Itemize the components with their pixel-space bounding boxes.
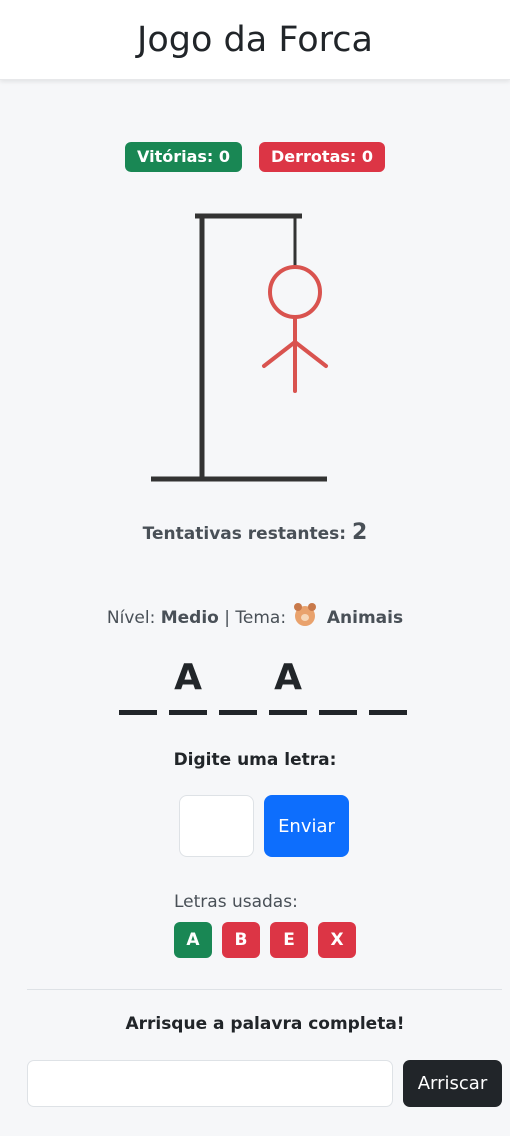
slot-underline: [169, 710, 207, 715]
game-info: Nível: Medio | Tema: Animais: [0, 603, 510, 628]
bear-face-icon: [294, 603, 317, 626]
used-letters-list: A B E X: [174, 922, 356, 958]
letter-slot: [369, 656, 407, 716]
attempts-value: 2: [352, 520, 368, 545]
hangman-right-arm: [293, 340, 328, 368]
slot-underline: [219, 710, 257, 715]
attempts-remaining: Tentativas restantes: 2: [0, 520, 510, 545]
losses-badge: Derrotas: 0: [259, 142, 385, 172]
used-letter-chip: B: [222, 922, 260, 958]
used-letter-chip: X: [318, 922, 356, 958]
letter-input[interactable]: [179, 795, 254, 857]
section-divider: [27, 989, 502, 990]
word-display: A A: [119, 656, 407, 716]
used-letter-chip: E: [270, 922, 308, 958]
used-letters-label: Letras usadas:: [174, 892, 298, 912]
top-navbar: Jogo da Forca: [0, 0, 510, 80]
letter-slot: A: [169, 656, 207, 716]
wins-badge: Vitórias: 0: [124, 142, 243, 172]
page-title: Jogo da Forca: [137, 20, 373, 60]
slot-underline: [319, 710, 357, 715]
slot-underline: [269, 710, 307, 715]
theme-value: Animais: [326, 608, 404, 628]
hangman-left-arm: [262, 340, 297, 368]
guess-word-title: Arrisque a palavra completa!: [125, 1014, 405, 1034]
slot-underline: [369, 710, 407, 715]
hangman-drawing: [151, 213, 328, 482]
guess-word-button[interactable]: Arriscar: [403, 1060, 502, 1107]
level-value: Medio: [160, 608, 219, 628]
attempts-label: Tentativas restantes:: [142, 524, 347, 544]
slot-letter: A: [174, 657, 202, 698]
theme-label: Tema:: [235, 608, 287, 628]
letter-slot: A: [269, 656, 307, 716]
info-separator: |: [224, 608, 230, 628]
letter-slot: [219, 656, 257, 716]
score-badges: Vitórias: 0 Derrotas: 0: [0, 142, 510, 172]
letter-prompt: Digite uma letra:: [173, 750, 337, 770]
guess-word-input[interactable]: [27, 1060, 393, 1107]
slot-letter: A: [274, 657, 302, 698]
send-letter-button[interactable]: Enviar: [264, 795, 349, 857]
letter-slot: [319, 656, 357, 716]
slot-underline: [119, 710, 157, 715]
used-letter-chip: A: [174, 922, 212, 958]
letter-slot: [119, 656, 157, 716]
level-label: Nível:: [106, 608, 156, 628]
hangman-head: [268, 265, 322, 319]
